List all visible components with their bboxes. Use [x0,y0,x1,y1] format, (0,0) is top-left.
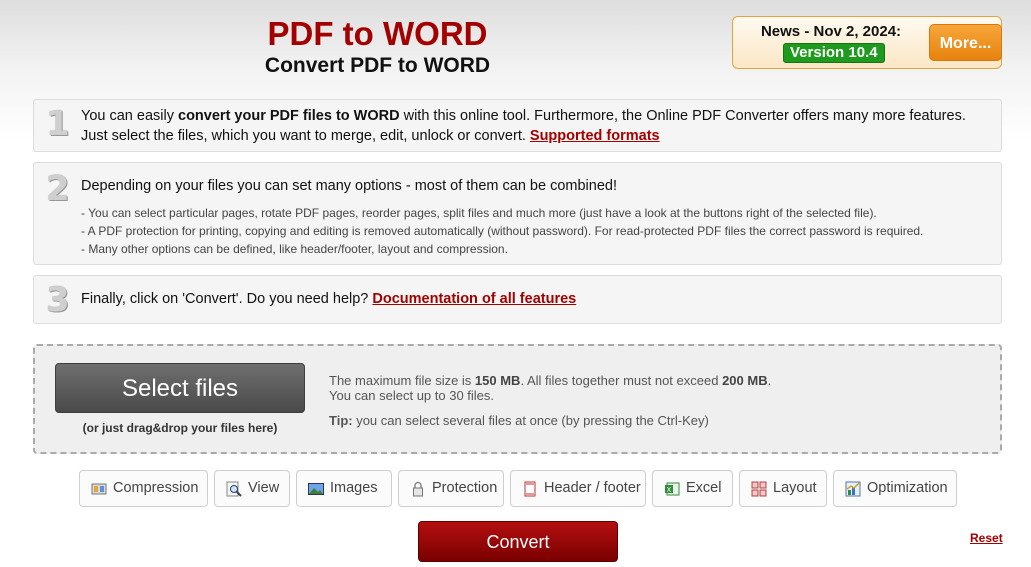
svg-text:X: X [667,486,672,494]
page-title: PDF to WORD [267,15,488,52]
option-label: Header / footer [544,480,641,496]
option-images-button[interactable]: Images [296,470,392,507]
option-compression-button[interactable]: Compression [79,470,208,507]
limits-text-2: . All files together must not exceed [520,373,723,388]
option-protection-button[interactable]: Protection [398,470,504,507]
option-label: Images [330,480,378,496]
news-more-button[interactable]: More... [929,24,1002,61]
limits-line-2: You can select up to 30 files. [329,388,495,403]
compression-icon [91,483,107,495]
tip-text: Tip: you can select several files at onc… [329,413,709,428]
step-1-text-bold: convert your PDF files to WORD [178,108,400,124]
option-optimization-button[interactable]: Optimization [833,470,957,507]
tip-body: you can select several files at once (by… [352,413,709,428]
file-limits-text: The maximum file size is 150 MB. All fil… [329,373,771,403]
step-number-2: 2 [46,169,70,209]
page-subtitle: Convert PDF to WORD [264,54,491,77]
convert-button[interactable]: Convert [418,521,618,562]
chart-icon [845,481,861,497]
option-label: View [248,480,280,496]
option-label: Protection [432,480,498,496]
supported-formats-link[interactable]: Supported formats [530,128,660,144]
step-3-panel: 3 Finally, click on 'Convert'. Do you ne… [33,275,1002,324]
option-excel-button[interactable]: X Excel [652,470,733,507]
option-label: Compression [113,480,199,496]
version-badge[interactable]: Version 10.4 [783,43,885,63]
reset-link[interactable]: Reset [970,531,1003,545]
step-3-text: Finally, click on 'Convert'. Do you need… [81,289,576,309]
option-label: Excel [686,480,722,496]
excel-icon: X [665,482,680,496]
grid-icon [751,481,767,497]
step-1-text: You can easily convert your PDF files to… [81,106,986,146]
max-file-size: 150 MB [474,373,521,388]
lock-icon [413,481,423,497]
max-total-size: 200 MB [722,373,768,388]
select-files-button[interactable]: Select files [55,363,305,413]
step-2-bullet: - You can select particular pages, rotat… [81,206,877,220]
file-drop-zone[interactable]: Select files (or just drag&drop your fil… [33,344,1002,454]
option-label: Optimization [867,480,948,496]
documentation-link[interactable]: Documentation of all features [372,291,576,307]
limits-text-3: . [767,373,772,388]
step-1-text-before: You can easily [81,108,179,124]
image-icon [308,483,324,495]
option-header-footer-button[interactable]: Header / footer [510,470,646,507]
page-icon [524,481,536,497]
news-box: News - Nov 2, 2024: Version 10.4 More... [732,16,1002,69]
limits-text-1: The maximum file size is [329,373,475,388]
step-2-bullet: - Many other options can be defined, lik… [81,242,508,256]
step-1-panel: 1 You can easily convert your PDF files … [33,99,1002,152]
news-title: News - Nov 2, 2024: [760,23,902,40]
option-view-button[interactable]: View [214,470,290,507]
step-number-1: 1 [46,104,70,144]
option-layout-button[interactable]: Layout [739,470,827,507]
drag-drop-hint: (or just drag&drop your files here) [82,421,278,435]
step-2-bullet: - A PDF protection for printing, copying… [81,224,924,238]
tip-label: Tip: [329,413,353,428]
step-2-panel: 2 Depending on your files you can set ma… [33,162,1002,265]
option-label: Layout [773,480,817,496]
step-2-text: Depending on your files you can set many… [81,178,617,194]
step-3-text-before: Finally, click on 'Convert'. Do you need… [81,291,373,307]
step-number-3: 3 [46,280,70,320]
magnifier-icon [226,481,242,497]
